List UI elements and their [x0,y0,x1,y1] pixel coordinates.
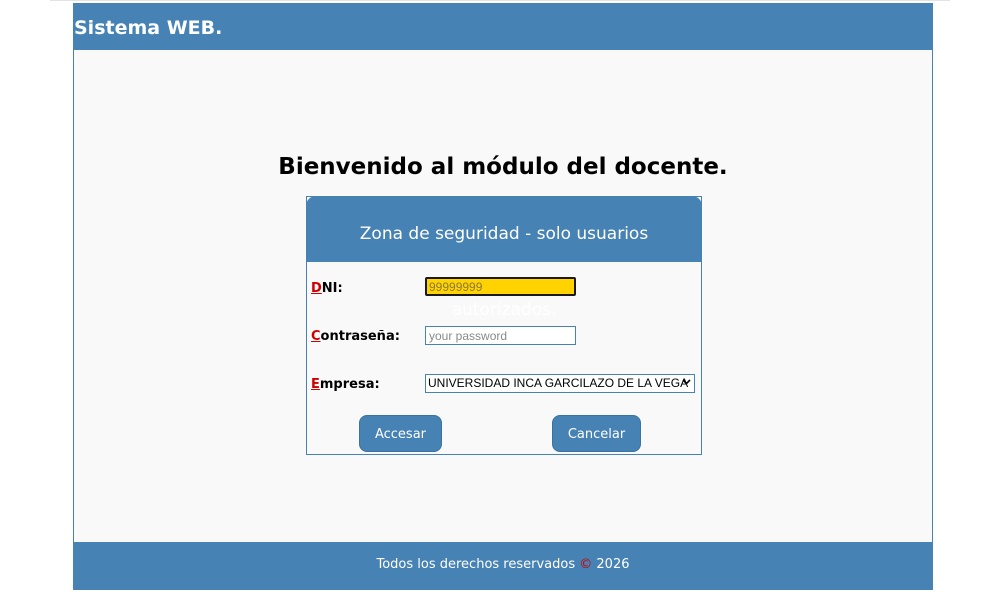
page-title: Bienvenido al módulo del docente. [278,154,728,180]
app-title: Sistema WEB. [74,17,223,39]
dni-input[interactable]: 99999999 [425,277,576,296]
company-label-text: mpresa: [319,377,380,392]
top-divider [50,0,950,1]
footer-text: Todos los derechos reservados [376,557,576,572]
login-panel: Zona de seguridad - solo usuarios autori… [306,196,702,455]
password-label: Contraseña: [311,329,400,344]
footer: Todos los derechos reservados © 2026 [74,542,932,590]
copyright-symbol: © [579,557,593,572]
company-select-value: UNIVERSIDAD INCA GARCILAZO DE LA VEGA [428,376,689,390]
dni-label-key: D [311,281,322,296]
footer-year: 2026 [596,557,630,572]
dni-label-text: NI: [321,281,343,296]
company-select[interactable]: UNIVERSIDAD INCA GARCILAZO DE LA VEGA [425,374,695,393]
company-label-key: E [311,377,320,392]
app-header: Sistema WEB. [74,3,932,50]
password-label-text: ontraseña: [320,329,400,344]
company-label: Empresa: [311,377,380,392]
login-panel-title: Zona de seguridad - solo usuarios autori… [306,196,702,320]
page-container: Sistema WEB. Bienvenido al módulo del do… [73,3,933,590]
cancel-button[interactable]: Cancelar [552,415,641,452]
chevron-down-icon [682,376,691,391]
dni-label: DNI: [311,281,343,296]
password-label-key: C [311,329,321,344]
access-button[interactable]: Accesar [359,415,442,452]
password-input[interactable]: your password [425,326,576,345]
